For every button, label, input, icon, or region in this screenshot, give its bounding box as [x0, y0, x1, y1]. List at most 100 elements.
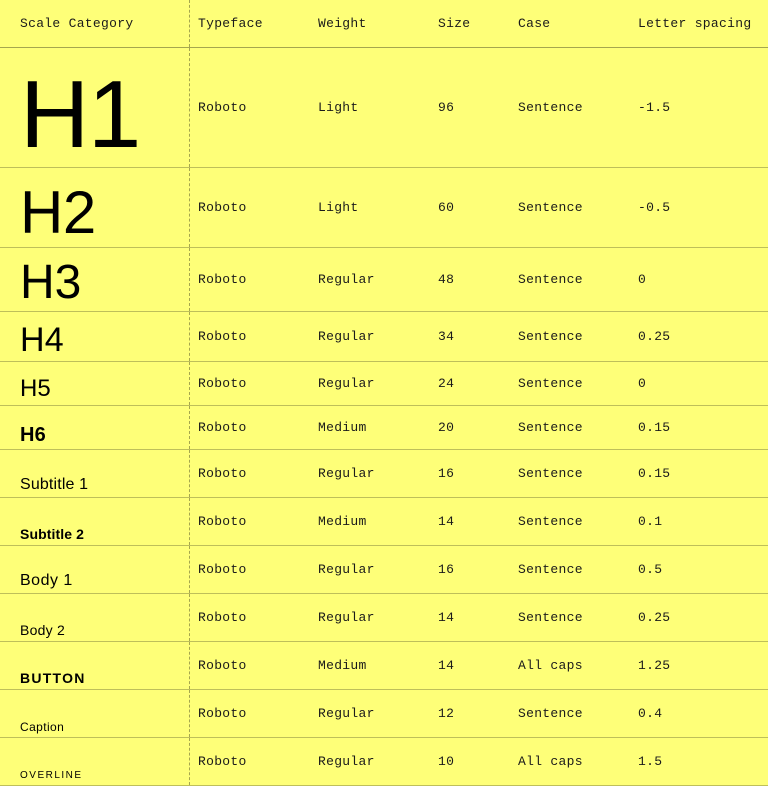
table-row: Body 2RobotoRegular14Sentence0.25 [0, 594, 768, 642]
cell-case: Sentence [510, 546, 630, 594]
cell-letter-spacing: 1.25 [630, 642, 768, 690]
cell-letter-spacing: 0.15 [630, 450, 768, 498]
scale-sample-label: Subtitle 2 [20, 527, 182, 541]
cell-weight: Regular [310, 546, 430, 594]
cell-size: 16 [430, 546, 510, 594]
cell-weight: Regular [310, 362, 430, 406]
cell-letter-spacing: 0.25 [630, 312, 768, 362]
cell-letter-spacing: 0 [630, 362, 768, 406]
cell-weight: Regular [310, 248, 430, 312]
col-header-weight: Weight [310, 0, 430, 48]
cell-weight: Regular [310, 312, 430, 362]
cell-weight: Medium [310, 406, 430, 450]
cell-weight: Regular [310, 594, 430, 642]
cell-case: Sentence [510, 362, 630, 406]
table-row: Subtitle 2RobotoMedium14Sentence0.1 [0, 498, 768, 546]
cell-weight: Regular [310, 450, 430, 498]
cell-case: All caps [510, 642, 630, 690]
cell-scale-sample: Body 1 [0, 546, 190, 594]
table-row: Subtitle 1 RobotoRegular16Sentence0.15 [0, 450, 768, 498]
cell-typeface: Roboto [190, 594, 310, 642]
cell-size: 60 [430, 168, 510, 248]
cell-letter-spacing: -0.5 [630, 168, 768, 248]
cell-case: Sentence [510, 312, 630, 362]
cell-size: 10 [430, 738, 510, 786]
cell-letter-spacing: 0.5 [630, 546, 768, 594]
scale-sample-label: Body 1 [20, 573, 182, 589]
cell-letter-spacing: 0.1 [630, 498, 768, 546]
scale-sample-label: H5 [20, 377, 182, 401]
cell-case: Sentence [510, 690, 630, 738]
scale-sample-label: H6 [20, 425, 182, 445]
cell-scale-sample: BUTTON [0, 642, 190, 690]
cell-case: Sentence [510, 248, 630, 312]
scale-sample-label: H2 [20, 183, 182, 243]
cell-scale-sample: OVERLINE [0, 738, 190, 786]
cell-weight: Medium [310, 498, 430, 546]
scale-sample-label: H3 [20, 259, 182, 307]
col-header-scale: Scale Category [0, 0, 190, 48]
table-header-row: Scale Category Typeface Weight Size Case… [0, 0, 768, 48]
cell-size: 96 [430, 48, 510, 168]
scale-sample-label: OVERLINE [20, 771, 182, 781]
col-header-typeface: Typeface [190, 0, 310, 48]
cell-size: 14 [430, 642, 510, 690]
cell-case: Sentence [510, 406, 630, 450]
cell-scale-sample: H5 [0, 362, 190, 406]
cell-typeface: Roboto [190, 642, 310, 690]
cell-size: 24 [430, 362, 510, 406]
cell-size: 14 [430, 498, 510, 546]
cell-letter-spacing: 0.15 [630, 406, 768, 450]
table-row: Body 1RobotoRegular16Sentence0.5 [0, 546, 768, 594]
cell-typeface: Roboto [190, 362, 310, 406]
cell-typeface: Roboto [190, 248, 310, 312]
cell-letter-spacing: -1.5 [630, 48, 768, 168]
cell-scale-sample: H1 [0, 48, 190, 168]
cell-typeface: Roboto [190, 450, 310, 498]
cell-typeface: Roboto [190, 48, 310, 168]
scale-sample-label: Body 2 [20, 623, 182, 637]
table-row: H6 RobotoMedium20Sentence0.15 [0, 406, 768, 450]
cell-scale-sample: Subtitle 2 [0, 498, 190, 546]
table-row: H2RobotoLight60Sentence-0.5 [0, 168, 768, 248]
scale-sample-label: BUTTON [20, 671, 182, 685]
cell-case: Sentence [510, 168, 630, 248]
cell-scale-sample: H3 [0, 248, 190, 312]
table-row: CaptionRobotoRegular12Sentence0.4 [0, 690, 768, 738]
cell-typeface: Roboto [190, 690, 310, 738]
cell-scale-sample: H4 [0, 312, 190, 362]
scale-sample-label: H4 [20, 323, 182, 357]
table-row: H5 RobotoRegular24Sentence0 [0, 362, 768, 406]
cell-scale-sample: H2 [0, 168, 190, 248]
table-row: H4RobotoRegular34Sentence0.25 [0, 312, 768, 362]
cell-weight: Regular [310, 690, 430, 738]
table-row: H1RobotoLight96Sentence-1.5 [0, 48, 768, 168]
table-row: OVERLINE RobotoRegular10All caps1.5 [0, 738, 768, 786]
cell-weight: Regular [310, 738, 430, 786]
cell-size: 16 [430, 450, 510, 498]
cell-scale-sample: Caption [0, 690, 190, 738]
col-header-size: Size [430, 0, 510, 48]
table-row: H3RobotoRegular48Sentence0 [0, 248, 768, 312]
cell-size: 48 [430, 248, 510, 312]
cell-typeface: Roboto [190, 738, 310, 786]
cell-size: 20 [430, 406, 510, 450]
cell-case: Sentence [510, 594, 630, 642]
col-header-letter-spacing: Letter spacing [630, 0, 768, 48]
cell-typeface: Roboto [190, 168, 310, 248]
cell-letter-spacing: 0.25 [630, 594, 768, 642]
cell-case: All caps [510, 738, 630, 786]
scale-sample-label: Subtitle 1 [20, 477, 182, 493]
col-header-case: Case [510, 0, 630, 48]
cell-letter-spacing: 0.4 [630, 690, 768, 738]
cell-case: Sentence [510, 450, 630, 498]
cell-letter-spacing: 0 [630, 248, 768, 312]
cell-letter-spacing: 1.5 [630, 738, 768, 786]
cell-typeface: Roboto [190, 406, 310, 450]
cell-scale-sample: Subtitle 1 [0, 450, 190, 498]
cell-case: Sentence [510, 498, 630, 546]
cell-case: Sentence [510, 48, 630, 168]
type-scale-table: Scale Category Typeface Weight Size Case… [0, 0, 768, 786]
scale-sample-label: Caption [20, 721, 182, 733]
cell-weight: Light [310, 168, 430, 248]
